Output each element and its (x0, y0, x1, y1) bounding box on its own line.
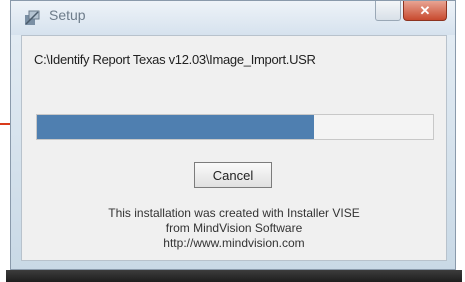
window-title: Setup (49, 7, 86, 23)
installer-credits: This installation was created with Insta… (22, 206, 446, 251)
install-path-label: C:\Identify Report Texas v12.03\Image_Im… (34, 52, 316, 67)
window-shadow (6, 270, 462, 282)
credits-line-1: This installation was created with Insta… (108, 206, 360, 220)
cancel-button[interactable]: Cancel (194, 162, 272, 188)
dialog-body: C:\Identify Report Texas v12.03\Image_Im… (21, 35, 447, 261)
close-button[interactable]: ✕ (403, 1, 447, 21)
progress-fill (37, 115, 315, 139)
title-bar[interactable]: Setup ✕ (11, 1, 455, 35)
credits-line-3: http://www.mindvision.com (163, 236, 305, 250)
progress-bar (36, 114, 434, 140)
setup-window: Setup ✕ C:\Identify Report Texas v12.03\… (10, 0, 456, 270)
close-icon: ✕ (419, 2, 431, 18)
credits-line-2: from MindVision Software (165, 221, 303, 235)
setup-icon (25, 10, 40, 25)
maximize-button[interactable] (375, 1, 401, 21)
